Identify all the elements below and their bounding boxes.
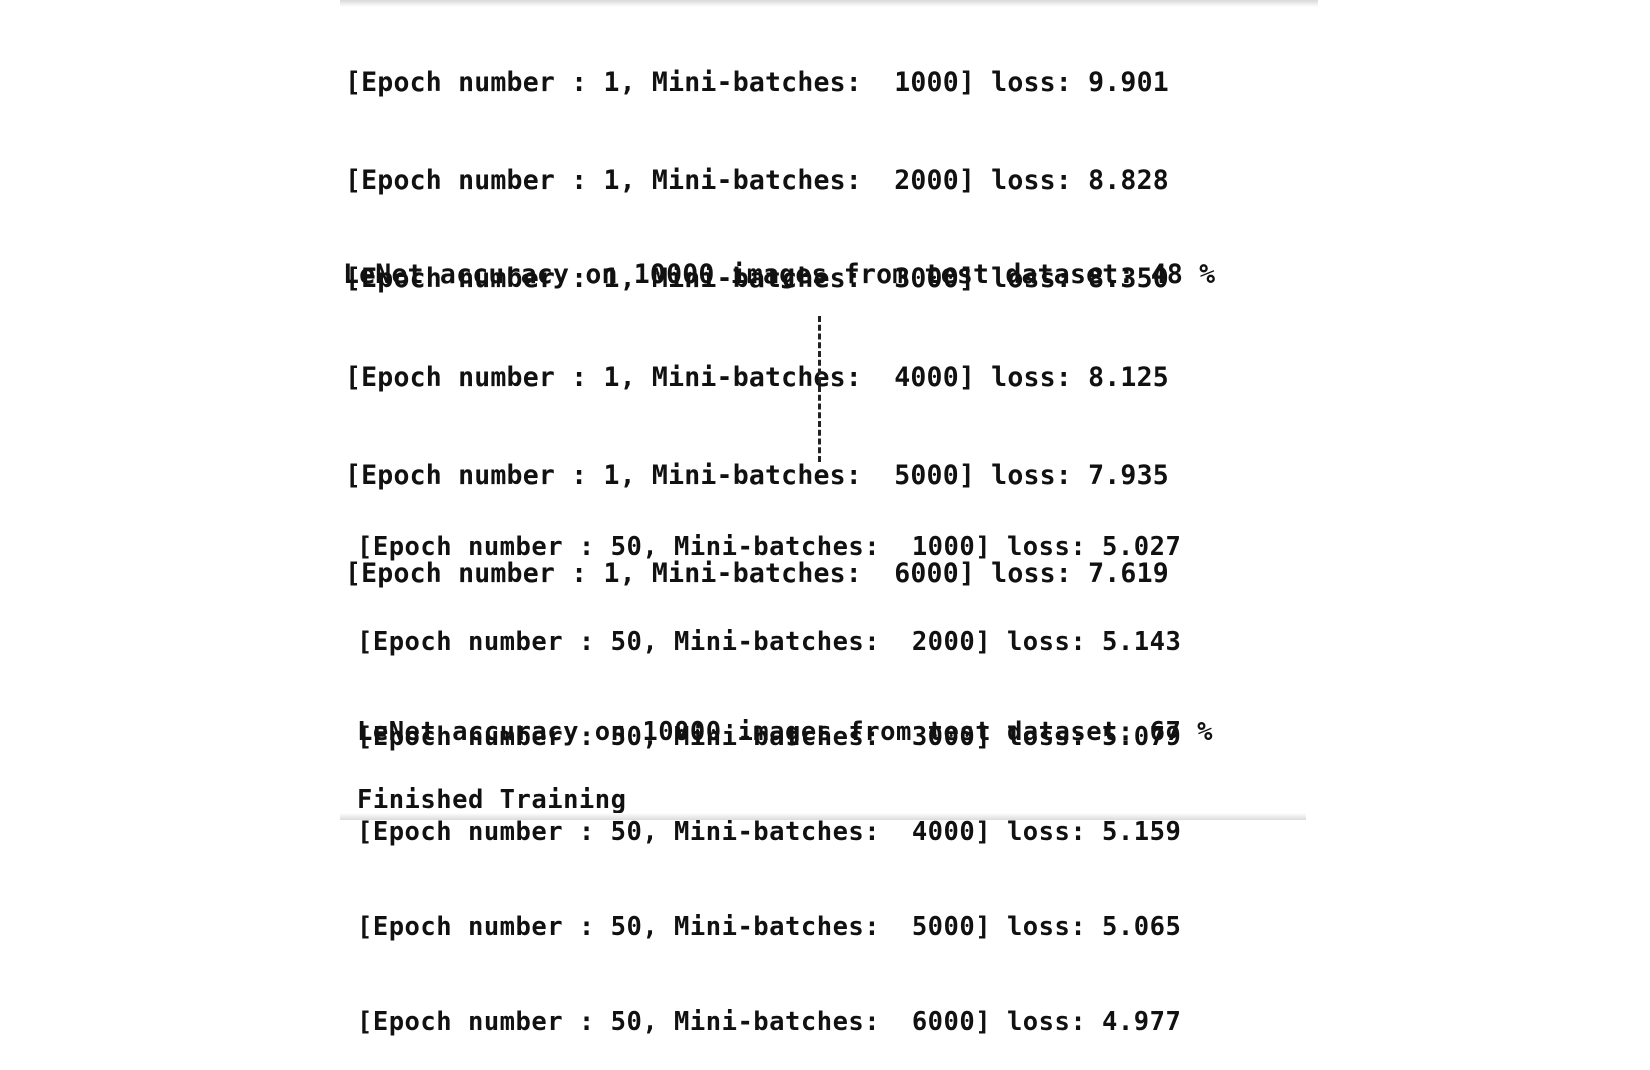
dashed-separator <box>818 316 821 462</box>
bottom-frame-edge <box>340 813 1306 820</box>
epoch-50-accuracy-line: LeNet accuracy on 10000 images from test… <box>357 717 1214 747</box>
epoch-1-accuracy-line: LeNet accuracy on 10000 images from test… <box>343 259 1216 290</box>
epoch-50-log: [Epoch number : 50, Mini-batches: 1000] … <box>357 470 1181 1070</box>
log-line: [Epoch number : 50, Mini-batches: 1000] … <box>357 532 1182 562</box>
log-line: [Epoch number : 50, Mini-batches: 4000] … <box>357 817 1182 847</box>
log-line: [Epoch number : 50, Mini-batches: 2000] … <box>357 627 1182 657</box>
log-line: [Epoch number : 1, Mini-batches: 4000] l… <box>345 361 1169 393</box>
log-line: [Epoch number : 50, Mini-batches: 5000] … <box>357 912 1182 942</box>
log-line: [Epoch number : 50, Mini-batches: 6000] … <box>357 1007 1182 1037</box>
log-line: [Epoch number : 1, Mini-batches: 1000] l… <box>345 67 1169 98</box>
log-line: [Epoch number : 1, Mini-batches: 2000] l… <box>345 165 1169 197</box>
